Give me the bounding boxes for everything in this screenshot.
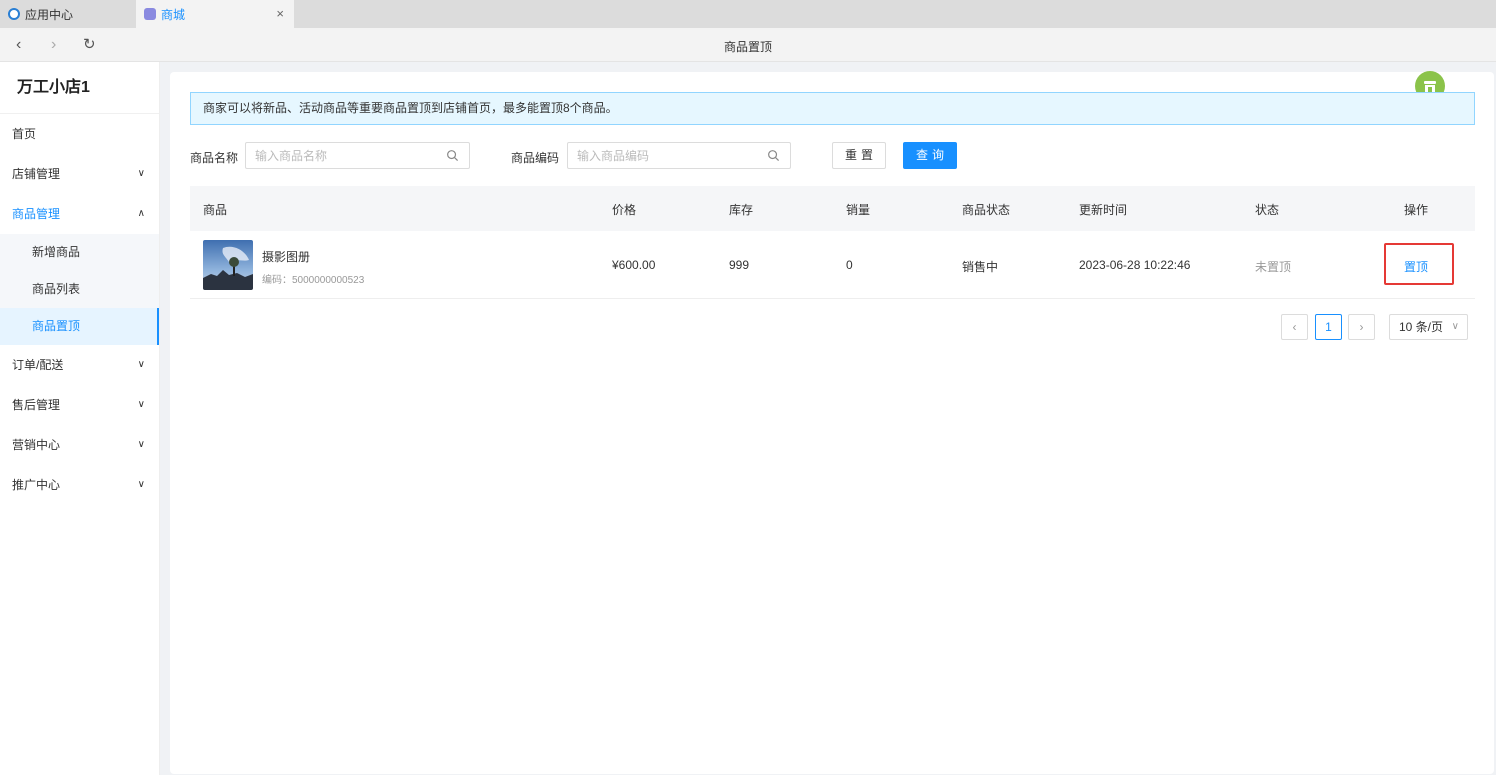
- product-code-label: 商品编码: [511, 151, 560, 165]
- sidebar-subitem-product-list[interactable]: 商品列表: [0, 271, 159, 308]
- table-row: 摄影图册 编码：5000000000523 ¥600.00 999 0 销售中 …: [190, 231, 1475, 299]
- page-size-value: 10 条/页: [1399, 320, 1444, 334]
- sidebar-item-orders[interactable]: 订单/配送 ∨: [0, 345, 159, 385]
- sidebar-item-label: 商品管理: [12, 207, 61, 221]
- chevron-down-icon: ∨: [137, 399, 145, 410]
- chevron-down-icon: ∨: [137, 359, 145, 370]
- column-header: 库存: [729, 203, 754, 217]
- column-header: 更新时间: [1079, 203, 1128, 217]
- app-center-icon: [8, 8, 20, 20]
- product-price: ¥600.00: [612, 258, 656, 272]
- sidebar-item-label: 首页: [12, 127, 37, 141]
- sidebar-item-label: 商品列表: [32, 282, 81, 296]
- chevron-down-icon: ∨: [137, 168, 145, 179]
- page-number[interactable]: 1: [1315, 314, 1342, 340]
- column-header: 价格: [612, 203, 637, 217]
- column-header: 操作: [1404, 203, 1429, 217]
- close-icon[interactable]: ×: [276, 6, 284, 21]
- sidebar-item-label: 订单/配送: [12, 358, 64, 372]
- sidebar-item-store-management[interactable]: 店铺管理 ∨: [0, 154, 159, 194]
- product-sale-status: 销售中: [962, 260, 999, 274]
- column-header: 商品: [203, 203, 228, 217]
- tab-label: 应用中心: [25, 7, 74, 22]
- sidebar-subitem-product-pin[interactable]: 商品置顶: [0, 308, 159, 345]
- tab-mall[interactable]: 商城 ×: [136, 0, 294, 28]
- product-name-label: 商品名称: [190, 151, 239, 165]
- table-header: 商品 价格 库存 销量 商品状态 更新时间 状态 操作: [190, 186, 1475, 231]
- navigation-bar: ‹ › ↻ 商品置顶: [0, 28, 1496, 62]
- next-page-button[interactable]: ›: [1348, 314, 1375, 340]
- shop-name: 万工小店1: [0, 62, 159, 114]
- sidebar-item-label: 售后管理: [12, 398, 61, 412]
- sidebar-item-home[interactable]: 首页: [0, 114, 159, 154]
- search-icon[interactable]: [767, 149, 780, 162]
- page-title: 商品置顶: [723, 40, 772, 54]
- prev-page-button[interactable]: ‹: [1281, 314, 1308, 340]
- reset-button[interactable]: 重置: [832, 142, 886, 169]
- product-code: 编码：5000000000523: [262, 275, 365, 286]
- sidebar-item-label: 推广中心: [12, 478, 61, 492]
- sidebar: 万工小店1 首页 店铺管理 ∨ 商品管理 ∧ 新增商品 商品列表 商品置顶 订单…: [0, 62, 160, 775]
- product-updated-time: 2023-06-28 10:22:46: [1079, 258, 1191, 272]
- product-name[interactable]: 摄影图册: [262, 248, 310, 265]
- product-name-field-wrapper: [245, 142, 470, 169]
- column-header: 销量: [846, 203, 871, 217]
- sidebar-item-product-management[interactable]: 商品管理 ∧: [0, 194, 159, 234]
- chevron-down-icon: ∨: [1451, 321, 1459, 332]
- sidebar-item-promotion[interactable]: 推广中心 ∨: [0, 465, 159, 505]
- sidebar-item-label: 店铺管理: [12, 167, 61, 181]
- chevron-up-icon: ∧: [137, 208, 145, 219]
- product-name-input[interactable]: [246, 143, 426, 168]
- sidebar-item-label: 新增商品: [32, 245, 81, 259]
- sidebar-item-after-sales[interactable]: 售后管理 ∨: [0, 385, 159, 425]
- browser-tab-bar: 应用中心 商城 ×: [0, 0, 1496, 28]
- chevron-down-icon: ∨: [137, 439, 145, 450]
- tab-app-center[interactable]: 应用中心: [0, 0, 136, 28]
- product-code-field-wrapper: [567, 142, 791, 169]
- tab-label: 商城: [161, 7, 186, 22]
- pin-button[interactable]: 置顶: [1404, 258, 1428, 275]
- pin-status: 未置顶: [1255, 260, 1292, 274]
- sidebar-item-label: 营销中心: [12, 438, 61, 452]
- chevron-down-icon: ∨: [137, 479, 145, 490]
- content-panel: [170, 72, 1494, 774]
- notice-banner: 商家可以将新品、活动商品等重要商品置顶到店铺首页，最多能置顶8个商品。: [190, 92, 1475, 125]
- search-icon[interactable]: [446, 149, 459, 162]
- product-thumbnail[interactable]: [203, 240, 253, 290]
- mall-icon: [144, 8, 156, 20]
- product-sales: 0: [846, 258, 853, 272]
- column-header: 状态: [1255, 203, 1280, 217]
- product-code-input[interactable]: [568, 143, 748, 168]
- page-size-select[interactable]: 10 条/页 ∨: [1389, 314, 1468, 340]
- sidebar-subitem-add-product[interactable]: 新增商品: [0, 234, 159, 271]
- sidebar-item-label: 商品置顶: [32, 319, 81, 333]
- product-stock: 999: [729, 258, 750, 272]
- column-header: 商品状态: [962, 203, 1011, 217]
- sidebar-item-marketing[interactable]: 营销中心 ∨: [0, 425, 159, 465]
- query-button[interactable]: 查询: [903, 142, 957, 169]
